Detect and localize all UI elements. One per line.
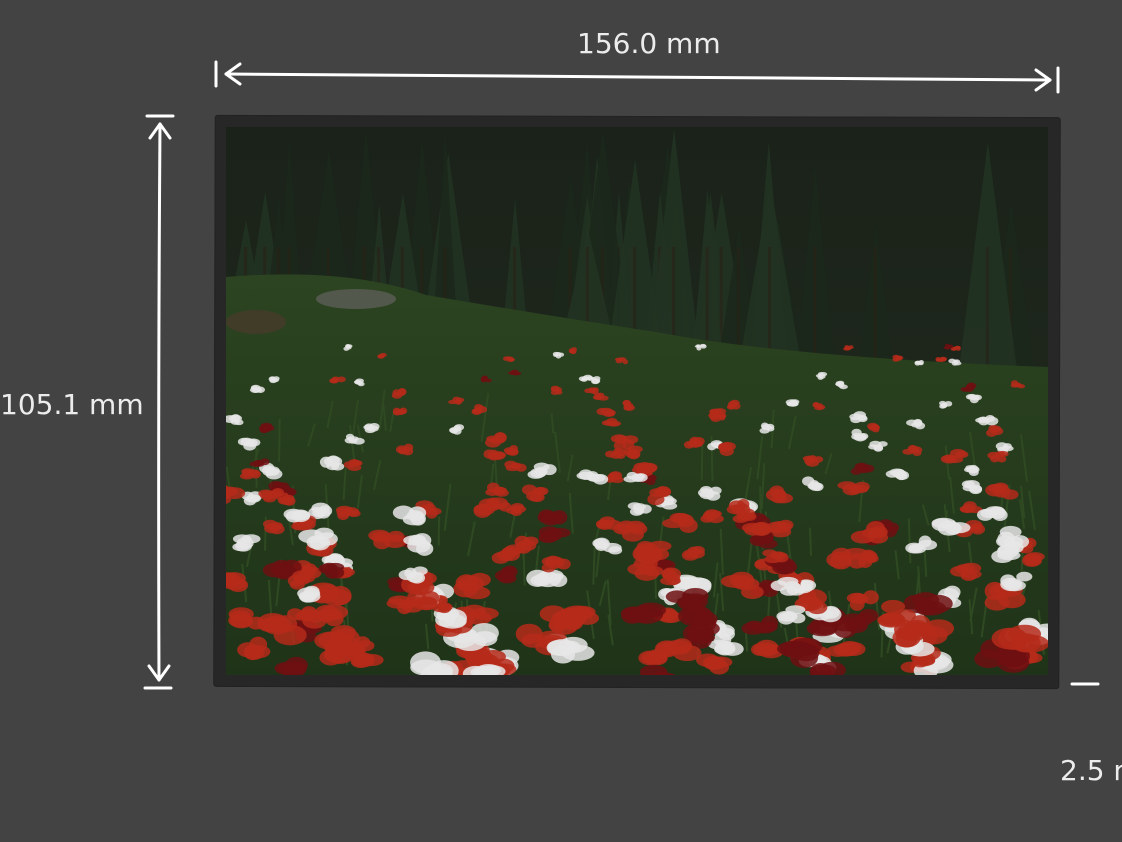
width-dimension-label: 156.0 mm bbox=[577, 27, 721, 60]
photo-illustration bbox=[226, 127, 1048, 675]
border-dimension-label: 2.5 mm bbox=[1060, 754, 1122, 787]
height-dimension-label: 105.1 mm bbox=[0, 388, 144, 421]
flower-meadow-photo bbox=[226, 127, 1048, 675]
rock bbox=[226, 310, 286, 334]
height-dimension-line bbox=[143, 114, 175, 690]
width-dimension-line bbox=[214, 60, 1060, 94]
rock bbox=[316, 289, 396, 309]
